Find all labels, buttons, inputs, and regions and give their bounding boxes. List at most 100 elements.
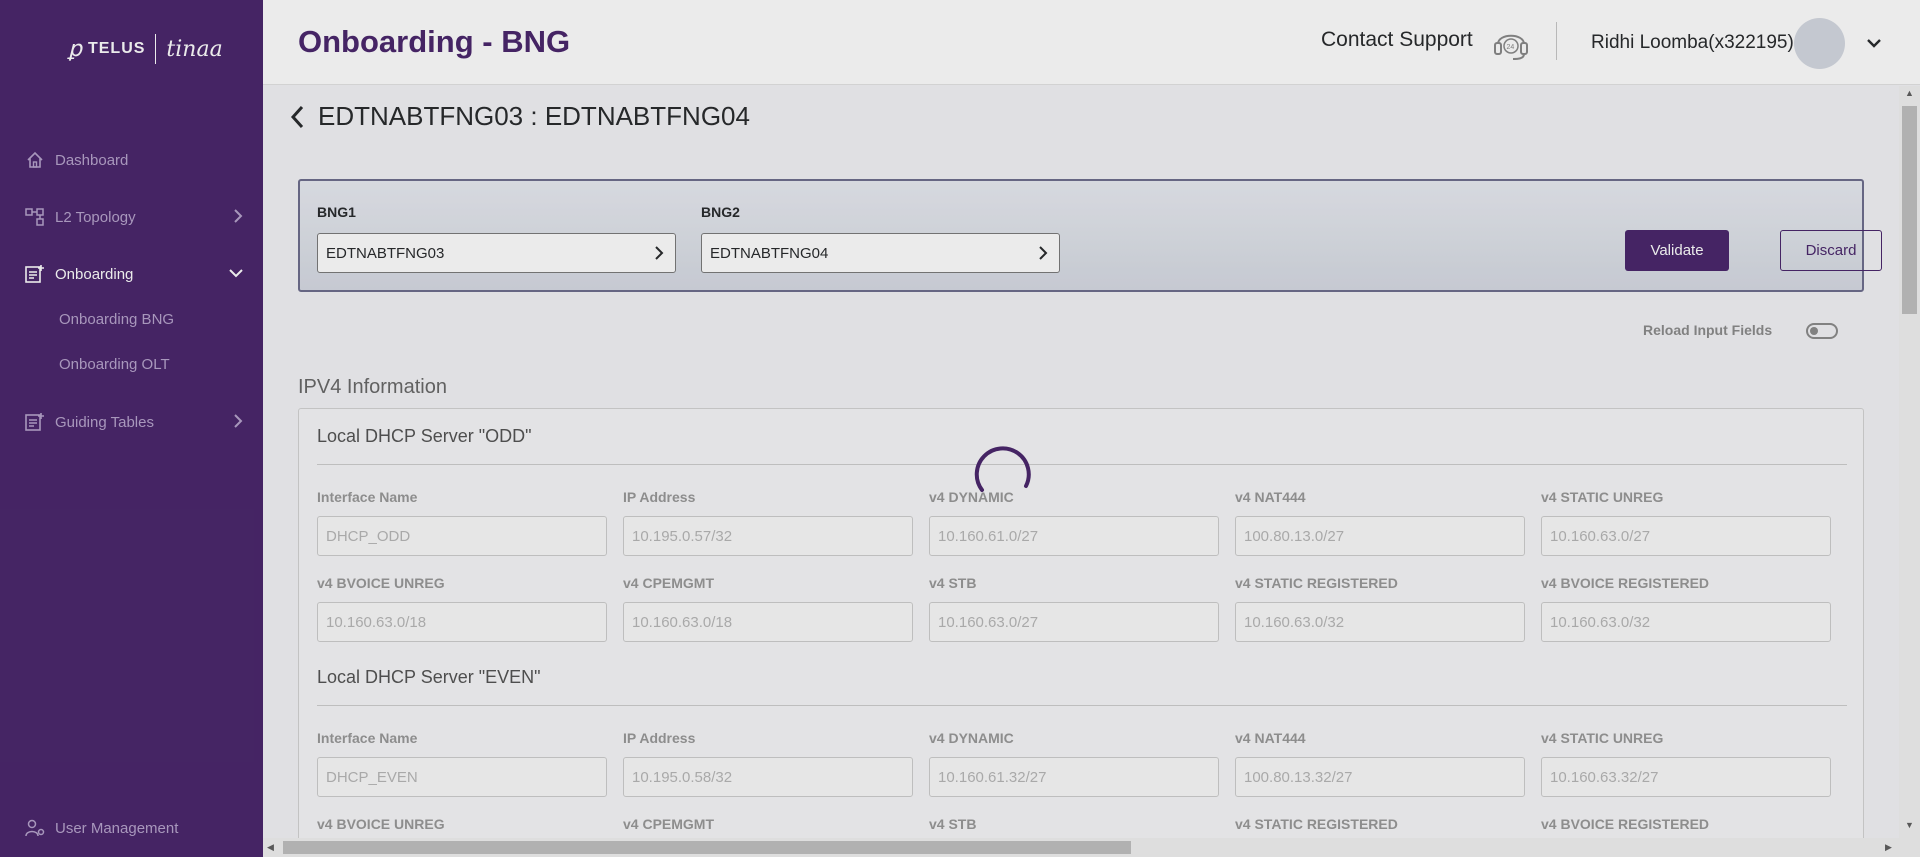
sidebar-item-label: User Management <box>55 819 179 837</box>
v4-cpemgmt-input[interactable] <box>623 602 913 642</box>
field-label: IP Address <box>623 730 696 746</box>
logo-divider <box>155 34 157 64</box>
field-label: v4 STB <box>929 816 977 832</box>
bng1-selector[interactable]: EDTNABTFNG03 <box>317 233 676 273</box>
sidebar-item-dashboard[interactable]: Dashboard <box>24 150 244 170</box>
field-label: v4 BVOICE REGISTERED <box>1541 816 1710 832</box>
field-label: v4 STB <box>929 575 977 591</box>
server-odd-title: Local DHCP Server "ODD" <box>317 426 532 446</box>
back-arrow-icon[interactable] <box>288 102 312 132</box>
chevron-right-icon <box>232 412 244 434</box>
field-label: v4 DYNAMIC <box>929 730 1014 746</box>
field-label: v4 STATIC REGISTERED <box>1235 816 1398 832</box>
header-divider <box>1556 22 1557 60</box>
toggle-knob <box>1810 327 1818 335</box>
sidebar-item-onboarding[interactable]: Onboarding <box>24 264 244 284</box>
bng2-value: EDTNABTFNG04 <box>710 244 829 262</box>
sidebar-item-label: Dashboard <box>55 151 129 169</box>
interface-name-input[interactable] <box>317 757 607 797</box>
ipv4-section-title: IPV4 Information <box>298 376 447 398</box>
sidebar-subitem-onboarding-bng[interactable]: Onboarding BNG <box>59 311 174 328</box>
field-label: v4 BVOICE UNREG <box>317 575 445 591</box>
scroll-right-arrow-icon[interactable]: ▶ <box>1885 842 1892 853</box>
horizontal-scrollbar[interactable]: ◀ ▶ <box>263 838 1899 857</box>
top-header: Onboarding - BNG Contact Support 24 Ridh… <box>263 0 1920 85</box>
vertical-scroll-thumb[interactable] <box>1902 106 1917 314</box>
v4-static-unreg-input[interactable] <box>1541 757 1831 797</box>
telus-mark-icon: ꝑ <box>68 36 82 62</box>
svg-text:24: 24 <box>1507 44 1515 51</box>
table-icon <box>24 412 46 432</box>
sidebar: ꝑ TELUS tinaa Dashboard L2 Topology Onbo… <box>0 0 263 857</box>
field-label: IP Address <box>623 489 696 505</box>
chevron-right-icon <box>232 207 244 229</box>
sidebar-item-user-management[interactable]: User Management <box>24 818 244 838</box>
ip-address-input[interactable] <box>623 757 913 797</box>
field-label: Interface Name <box>317 489 418 505</box>
bng-selection-card: BNG1 EDTNABTFNG03 BNG2 EDTNABTFNG04 Vali… <box>298 179 1882 292</box>
onboarding-icon <box>24 264 46 284</box>
bng2-label: BNG2 <box>701 204 740 220</box>
scroll-up-arrow-icon[interactable]: ▲ <box>1905 88 1914 98</box>
home-icon <box>24 150 46 170</box>
field-label: v4 CPEMGMT <box>623 575 715 591</box>
field-label: v4 STATIC REGISTERED <box>1235 575 1398 591</box>
reload-input-fields-toggle[interactable] <box>1806 323 1838 339</box>
interface-name-input[interactable] <box>317 516 607 556</box>
field-label: v4 NAT444 <box>1235 730 1306 746</box>
reload-input-fields-label: Reload Input Fields <box>1643 322 1773 338</box>
field-label: v4 BVOICE UNREG <box>317 816 445 832</box>
field-label: v4 CPEMGMT <box>623 816 715 832</box>
chevron-down-icon <box>228 264 244 286</box>
chevron-down-icon[interactable] <box>1865 34 1883 57</box>
user-gear-icon <box>24 818 46 838</box>
contact-support-link[interactable]: Contact Support <box>1321 28 1473 52</box>
sidebar-item-label: Guiding Tables <box>55 413 154 431</box>
field-label: v4 STATIC UNREG <box>1541 489 1664 505</box>
v4-static-registered-input[interactable] <box>1235 602 1525 642</box>
loading-spinner-icon <box>970 442 1034 506</box>
telus-wordmark: TELUS <box>87 40 146 57</box>
discard-button[interactable]: Discard <box>1780 230 1882 271</box>
horizontal-scroll-thumb[interactable] <box>283 841 1131 854</box>
bng2-selector[interactable]: EDTNABTFNG04 <box>701 233 1060 273</box>
divider <box>317 705 1847 706</box>
vertical-scrollbar[interactable]: ▲ ▼ <box>1899 86 1920 857</box>
bng1-label: BNG1 <box>317 204 356 220</box>
sidebar-item-guiding-tables[interactable]: Guiding Tables <box>24 412 244 432</box>
scroll-left-arrow-icon[interactable]: ◀ <box>267 842 274 853</box>
main-content: EDTNABTFNG03 : EDTNABTFNG04 BNG1 EDTNABT… <box>263 86 1899 838</box>
breadcrumb-title: EDTNABTFNG03 : EDTNABTFNG04 <box>318 101 750 131</box>
v4-dynamic-input[interactable] <box>929 757 1219 797</box>
field-label: v4 BVOICE REGISTERED <box>1541 575 1710 591</box>
field-label: v4 STATIC UNREG <box>1541 730 1664 746</box>
field-label: Interface Name <box>317 730 418 746</box>
user-name: Ridhi Loomba(x322195) <box>1591 32 1794 53</box>
ip-address-input[interactable] <box>623 516 913 556</box>
v4-static-unreg-input[interactable] <box>1541 516 1831 556</box>
telus-tinaa-logo[interactable]: ꝑ TELUS tinaa <box>68 34 223 64</box>
sidebar-subitem-onboarding-olt[interactable]: Onboarding OLT <box>59 356 170 373</box>
v4-stb-input[interactable] <box>929 602 1219 642</box>
v4-nat444-input[interactable] <box>1235 757 1525 797</box>
ipv4-section: Local DHCP Server "ODD" Interface Name I… <box>298 408 1864 838</box>
chevron-right-icon <box>653 244 665 266</box>
v4-bvoice-registered-input[interactable] <box>1541 602 1831 642</box>
divider <box>317 464 1847 465</box>
headset-24-icon[interactable]: 24 <box>1493 24 1529 67</box>
server-even-title: Local DHCP Server "EVEN" <box>317 667 541 687</box>
sidebar-item-label: Onboarding <box>55 265 134 283</box>
topology-icon <box>24 207 46 227</box>
breadcrumb: EDTNABTFNG03 : EDTNABTFNG04 <box>288 101 750 132</box>
sidebar-item-l2-topology[interactable]: L2 Topology <box>24 207 244 227</box>
avatar[interactable] <box>1794 18 1845 69</box>
scroll-down-arrow-icon[interactable]: ▼ <box>1905 820 1914 830</box>
v4-dynamic-input[interactable] <box>929 516 1219 556</box>
sidebar-item-label: L2 Topology <box>55 208 136 226</box>
validate-button[interactable]: Validate <box>1625 230 1729 271</box>
bng1-value: EDTNABTFNG03 <box>326 244 445 262</box>
field-label: v4 NAT444 <box>1235 489 1306 505</box>
v4-nat444-input[interactable] <box>1235 516 1525 556</box>
v4-bvoice-unreg-input[interactable] <box>317 602 607 642</box>
tinaa-wordmark: tinaa <box>166 36 223 62</box>
